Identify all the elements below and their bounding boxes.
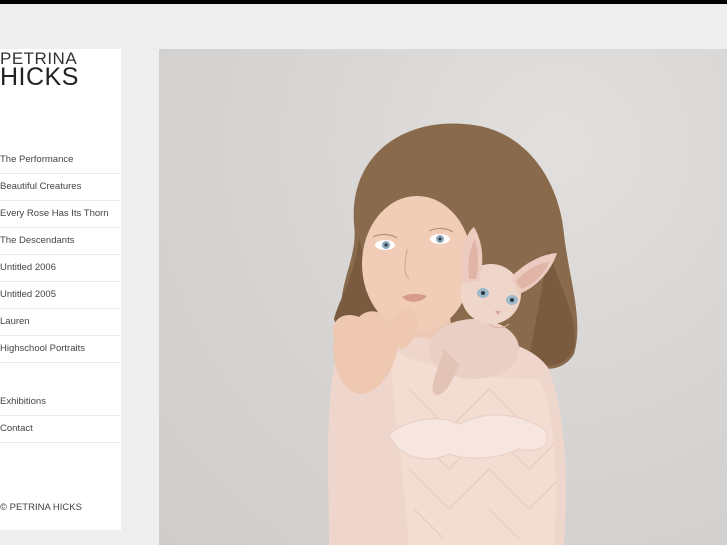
copyright-text: © PETRINA HICKS — [0, 502, 82, 513]
featured-photo — [159, 49, 727, 545]
portrait-illustration — [328, 123, 578, 545]
nav-item-lauren[interactable]: Lauren — [0, 309, 121, 336]
portfolio-nav: The Performance Beautiful Creatures Ever… — [0, 147, 121, 363]
sidebar: PETRINA HICKS The Performance Beautiful … — [0, 49, 121, 530]
nav-item-the-performance[interactable]: The Performance — [0, 147, 121, 174]
logo-last-name: HICKS — [0, 63, 79, 91]
nav-item-untitled-2005[interactable]: Untitled 2005 — [0, 282, 121, 309]
secondary-nav: Exhibitions Contact — [0, 389, 121, 443]
nav-item-beautiful-creatures[interactable]: Beautiful Creatures — [0, 174, 121, 201]
nav-item-highschool-portraits[interactable]: Highschool Portraits — [0, 336, 121, 363]
top-bar — [0, 0, 727, 4]
nav-item-untitled-2006[interactable]: Untitled 2006 — [0, 255, 121, 282]
nav-item-every-rose[interactable]: Every Rose Has Its Thorn — [0, 201, 121, 228]
nav-item-the-descendants[interactable]: The Descendants — [0, 228, 121, 255]
nav-item-contact[interactable]: Contact — [0, 416, 121, 443]
nav-item-exhibitions[interactable]: Exhibitions — [0, 389, 121, 416]
